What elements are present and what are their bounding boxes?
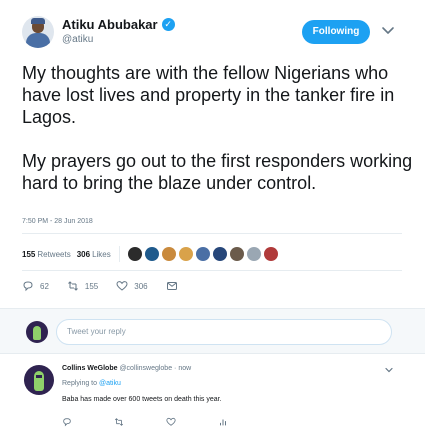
- like-action[interactable]: 306: [116, 280, 148, 292]
- reply-icon[interactable]: [22, 280, 34, 292]
- chevron-down-icon[interactable]: [384, 365, 394, 375]
- retweets-label[interactable]: Retweets: [37, 250, 70, 259]
- reply-time[interactable]: now: [178, 365, 191, 372]
- retweet-action[interactable]: 155: [67, 280, 98, 292]
- reply-tweet-actions: [62, 415, 270, 429]
- liker-avatar[interactable]: [178, 247, 193, 261]
- reply-tweet[interactable]: Collins WeGlobe @collinsweglobe · now Re…: [0, 355, 425, 437]
- tweet-header: Atiku Abubakar ✓ @atiku Following: [0, 0, 425, 52]
- retweets-count[interactable]: 155: [22, 250, 35, 259]
- reply-author-handle[interactable]: @collinsweglobe: [119, 365, 172, 372]
- likes-label[interactable]: Likes: [92, 250, 111, 259]
- replying-to-label: Replying to: [62, 380, 98, 387]
- tweet-paragraph: My prayers go out to the first responder…: [22, 151, 413, 193]
- liker-avatar[interactable]: [195, 247, 210, 261]
- retweet-icon[interactable]: [67, 280, 79, 292]
- divider: [22, 270, 402, 271]
- reply-text: Baba has made over 600 tweets on death t…: [62, 396, 222, 403]
- message-action[interactable]: [166, 280, 178, 292]
- chevron-down-icon[interactable]: [380, 22, 396, 38]
- liker-avatar[interactable]: [144, 247, 159, 261]
- author-avatar[interactable]: [22, 16, 54, 48]
- liker-avatar[interactable]: [229, 247, 244, 261]
- analytics-icon[interactable]: [218, 417, 228, 427]
- liker-avatar[interactable]: [263, 247, 278, 261]
- avatar-figure: [33, 326, 41, 340]
- avatar-eyes: [36, 375, 42, 378]
- avatar-cap: [31, 18, 45, 24]
- reply-count: 62: [40, 281, 49, 291]
- replying-to-line: Replying to @atiku: [62, 380, 121, 387]
- divider: [118, 246, 120, 262]
- avatar-figure: [34, 371, 44, 391]
- tweet-actions: 62 155 306: [22, 278, 196, 294]
- tweet-timestamp[interactable]: 7:50 PM - 28 Jun 2018: [22, 218, 93, 225]
- reply-icon[interactable]: [62, 417, 72, 427]
- reply-header: Collins WeGlobe @collinsweglobe · now: [62, 365, 191, 372]
- following-button[interactable]: Following: [302, 20, 370, 44]
- current-user-avatar: [26, 321, 48, 343]
- reply-input[interactable]: Tweet your reply: [56, 319, 392, 345]
- divider: [22, 233, 402, 234]
- author-name-row: Atiku Abubakar ✓: [62, 17, 175, 32]
- reply-action[interactable]: 62: [22, 280, 49, 292]
- tweet-text: My thoughts are with the fellow Nigerian…: [22, 62, 417, 194]
- heart-icon[interactable]: [116, 280, 128, 292]
- author-handle[interactable]: @atiku: [62, 34, 93, 45]
- likes-count[interactable]: 306: [77, 250, 90, 259]
- avatar-robe: [26, 33, 50, 48]
- liker-avatar[interactable]: [246, 247, 261, 261]
- reply-author-avatar[interactable]: [24, 365, 54, 395]
- retweet-icon[interactable]: [114, 417, 124, 427]
- tweet-paragraph: My thoughts are with the fellow Nigerian…: [22, 63, 395, 127]
- verified-badge-icon: ✓: [161, 18, 175, 31]
- reply-compose-area: Tweet your reply: [0, 308, 425, 354]
- liker-avatar[interactable]: [161, 247, 176, 261]
- liker-avatars: [127, 247, 281, 261]
- retweet-count: 155: [84, 281, 99, 291]
- tweet-stats: 155 Retweets 306 Likes: [22, 244, 281, 264]
- replying-to-handle[interactable]: @atiku: [99, 380, 121, 387]
- liker-avatar[interactable]: [127, 247, 142, 261]
- heart-icon[interactable]: [166, 417, 176, 427]
- reply-author-name[interactable]: Collins WeGlobe: [62, 365, 118, 372]
- separator-dot: ·: [174, 365, 177, 372]
- envelope-icon[interactable]: [166, 280, 178, 292]
- author-display-name[interactable]: Atiku Abubakar: [62, 17, 158, 32]
- like-count: 306: [134, 281, 148, 291]
- liker-avatar[interactable]: [212, 247, 227, 261]
